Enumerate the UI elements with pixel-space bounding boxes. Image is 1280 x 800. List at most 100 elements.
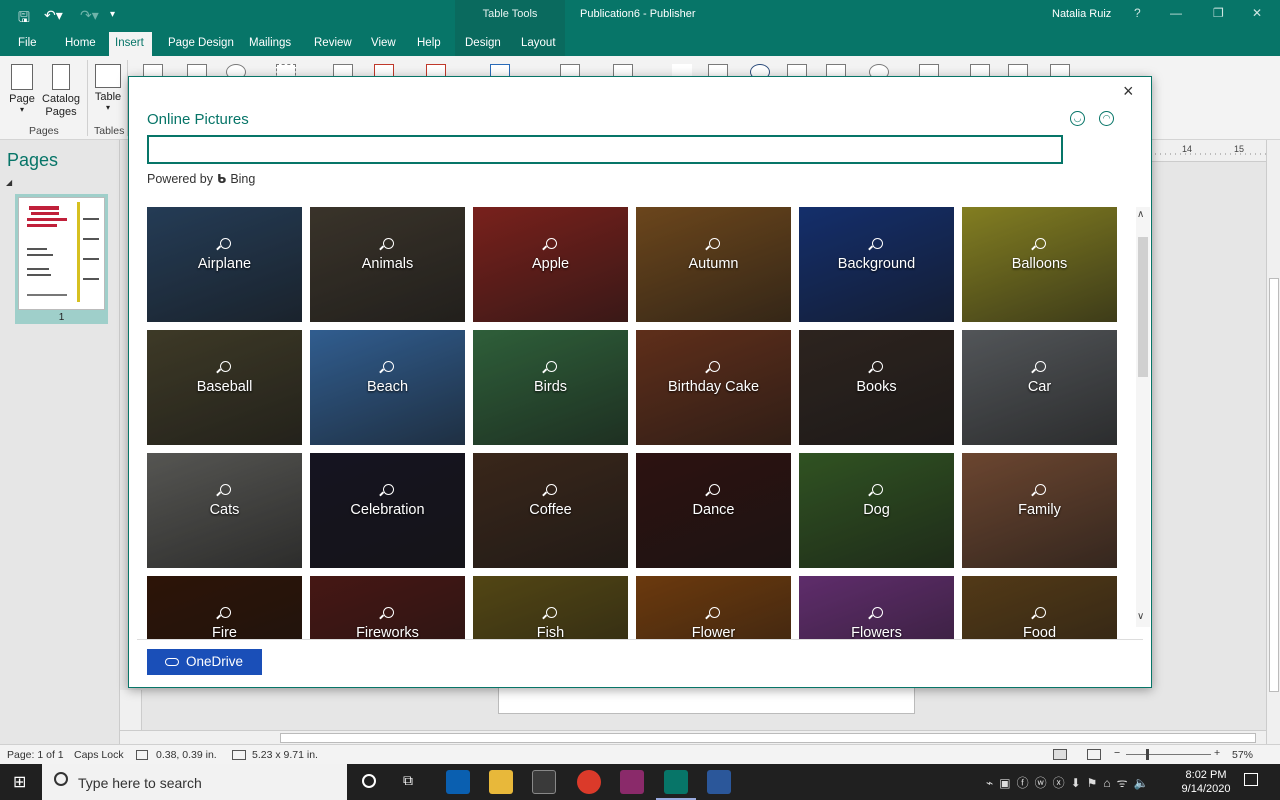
zoom-out-icon[interactable]: −: [1114, 747, 1120, 759]
file-explorer-icon[interactable]: [489, 770, 513, 794]
page-canvas[interactable]: [498, 688, 915, 714]
store-icon[interactable]: [532, 770, 556, 794]
category-tile[interactable]: Fireworks: [310, 576, 465, 639]
system-tray-icons[interactable]: ⌁▣ⓕⓦⓧ⬇⚑⌂ᯤ🔈: [986, 774, 1155, 791]
group-tables-label: Tables: [94, 125, 125, 137]
category-tile[interactable]: Car: [962, 330, 1117, 445]
tab-layout[interactable]: Layout: [515, 32, 562, 56]
user-name[interactable]: Natalia Ruiz: [1052, 8, 1111, 20]
smile-feedback-icon[interactable]: ◡: [1070, 111, 1085, 126]
close-window-icon[interactable]: ✕: [1252, 6, 1262, 20]
redo-icon[interactable]: ↷▾: [80, 7, 99, 24]
table-icon: [95, 64, 121, 88]
context-group-label: Table Tools: [455, 0, 565, 32]
category-tile[interactable]: Flowers: [799, 576, 954, 639]
category-tile[interactable]: Flower: [636, 576, 791, 639]
category-tile[interactable]: Birds: [473, 330, 628, 445]
category-tile[interactable]: Fire: [147, 576, 302, 639]
chrome-icon[interactable]: [577, 770, 601, 794]
catalog-pages-button[interactable]: Catalog Pages: [40, 64, 82, 119]
windows-start-icon[interactable]: ⊞: [13, 772, 26, 792]
tab-mailings[interactable]: Mailings: [243, 32, 297, 56]
bing-label: Bing: [230, 172, 256, 186]
scroll-down-icon[interactable]: ∨: [1137, 611, 1144, 622]
search-icon: [546, 361, 557, 372]
category-tile[interactable]: Autumn: [636, 207, 791, 322]
category-tile[interactable]: Background: [799, 207, 954, 322]
page-button[interactable]: Page ▾: [8, 64, 36, 114]
taskbar-search[interactable]: Type here to search: [42, 764, 347, 800]
main-horizontal-scrollbar[interactable]: [120, 730, 1266, 744]
table-button[interactable]: Table ▾: [93, 64, 123, 112]
zoom-level[interactable]: 57%: [1232, 749, 1253, 761]
page-thumbnail[interactable]: 1: [15, 194, 108, 324]
notifications-icon[interactable]: [1244, 773, 1258, 786]
onedrive-label: OneDrive: [186, 654, 244, 669]
tab-insert[interactable]: Insert: [109, 32, 152, 56]
bing-logo-icon: ᑲ: [217, 172, 227, 186]
category-tile[interactable]: Balloons: [962, 207, 1117, 322]
frown-feedback-icon[interactable]: ◠: [1099, 111, 1114, 126]
main-hscroll-thumb[interactable]: [280, 733, 1256, 743]
tab-review[interactable]: Review: [308, 32, 358, 56]
tab-home[interactable]: Home: [59, 32, 102, 56]
category-tile[interactable]: Baseball: [147, 330, 302, 445]
app-icon[interactable]: [620, 770, 644, 794]
close-dialog-icon[interactable]: ×: [1123, 81, 1134, 102]
svg-text:15: 15: [1234, 144, 1244, 154]
dialog-scroll-thumb[interactable]: [1138, 237, 1148, 377]
minimize-icon[interactable]: —: [1170, 6, 1182, 20]
category-tile[interactable]: Dance: [636, 453, 791, 568]
edge-icon[interactable]: [446, 770, 470, 794]
category-tile[interactable]: Apple: [473, 207, 628, 322]
restore-icon[interactable]: ❐: [1213, 6, 1224, 20]
zoom-slider[interactable]: [1126, 754, 1211, 755]
category-tile[interactable]: Food: [962, 576, 1117, 639]
page-thumbnail-image: [18, 197, 105, 310]
category-tile[interactable]: Coffee: [473, 453, 628, 568]
page-number-label: 1: [58, 312, 65, 323]
collapse-pane-icon[interactable]: ◢: [6, 178, 12, 187]
status-page[interactable]: Page: 1 of 1: [7, 749, 64, 761]
category-tile[interactable]: Airplane: [147, 207, 302, 322]
main-scroll-thumb[interactable]: [1269, 278, 1279, 692]
task-view-icon[interactable]: ⧉: [403, 772, 413, 789]
two-page-view-icon[interactable]: [1087, 749, 1101, 760]
cortana-icon[interactable]: [362, 774, 376, 788]
category-tile[interactable]: Family: [962, 453, 1117, 568]
scroll-up-icon[interactable]: ∧: [1137, 209, 1144, 220]
word-icon[interactable]: [707, 770, 731, 794]
undo-icon[interactable]: ↶▾: [44, 7, 63, 24]
category-tile-label: Dog: [863, 502, 890, 518]
category-tile[interactable]: Beach: [310, 330, 465, 445]
main-vertical-scrollbar[interactable]: [1266, 140, 1280, 744]
category-tile[interactable]: Books: [799, 330, 954, 445]
category-tile-label: Birthday Cake: [667, 379, 760, 395]
category-tile[interactable]: Celebration: [310, 453, 465, 568]
onedrive-button[interactable]: OneDrive: [147, 649, 262, 675]
category-tile[interactable]: Dog: [799, 453, 954, 568]
dialog-scrollbar[interactable]: ∧ ∨: [1136, 207, 1150, 627]
tab-help[interactable]: Help: [411, 32, 447, 56]
category-tile[interactable]: Animals: [310, 207, 465, 322]
category-tile[interactable]: Birthday Cake: [636, 330, 791, 445]
save-icon[interactable]: 🖫: [18, 7, 30, 31]
customize-qat-icon[interactable]: ▾: [110, 9, 115, 20]
image-search-input[interactable]: [147, 135, 1063, 164]
search-icon: [709, 361, 720, 372]
zoom-slider-thumb[interactable]: [1146, 749, 1149, 760]
search-icon: [872, 484, 883, 495]
publisher-icon[interactable]: [664, 770, 688, 794]
pages-pane: Pages ◢ 1: [0, 140, 120, 744]
category-tile[interactable]: Fish: [473, 576, 628, 639]
tab-page-design[interactable]: Page Design: [162, 32, 240, 56]
zoom-in-icon[interactable]: +: [1214, 747, 1220, 759]
taskbar-clock[interactable]: 8:02 PM 9/14/2020: [1176, 768, 1236, 796]
search-icon: [383, 607, 394, 618]
tab-design[interactable]: Design: [459, 32, 507, 56]
tab-file[interactable]: File: [12, 32, 43, 56]
help-icon[interactable]: ?: [1134, 6, 1141, 20]
tab-view[interactable]: View: [365, 32, 402, 56]
category-tile[interactable]: Cats: [147, 453, 302, 568]
single-page-view-icon[interactable]: [1053, 749, 1067, 760]
